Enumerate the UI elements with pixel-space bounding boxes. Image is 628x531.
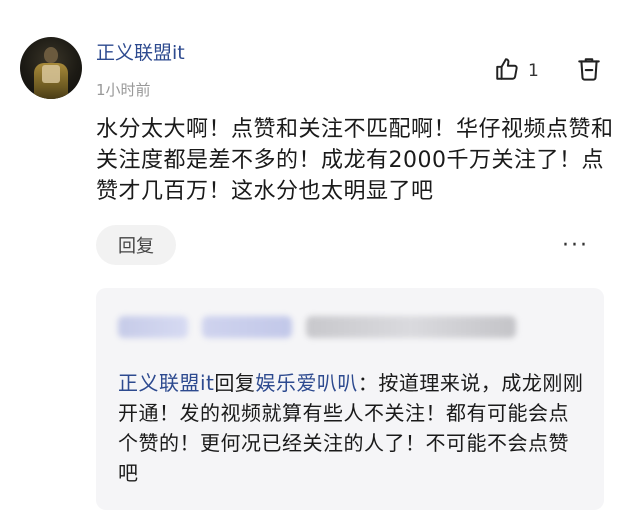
blurred-block — [306, 316, 516, 338]
like-count: 1 — [528, 61, 539, 81]
reply-button[interactable]: 回复 — [96, 225, 176, 265]
blurred-block — [202, 316, 292, 338]
blurred-block — [118, 316, 188, 338]
trash-icon — [576, 58, 602, 86]
more-icon[interactable]: ··· — [562, 235, 589, 257]
avatar-figure-head — [44, 47, 58, 63]
reply-author[interactable]: 正义联盟it — [118, 371, 214, 395]
reply-preview[interactable]: 正义联盟it回复娱乐爱叭叭：按道理来说，成龙刚刚开通！发的视频就算有些人不关注！… — [96, 288, 604, 510]
delete-button[interactable] — [576, 56, 602, 86]
comment-text: 水分太大啊！点赞和关注不匹配啊！华仔视频点赞和关注度都是差不多的！成龙有2000… — [96, 117, 614, 204]
comment-username[interactable]: 正义联盟it — [96, 38, 185, 65]
like-button[interactable]: 1 — [494, 56, 539, 86]
blurred-content — [118, 316, 516, 338]
reply-target[interactable]: 娱乐爱叭叭 — [255, 371, 358, 395]
thumbs-up-icon — [494, 56, 520, 86]
reply-text: 正义联盟it回复娱乐爱叭叭：按道理来说，成龙刚刚开通！发的视频就算有些人不关注！… — [118, 368, 588, 488]
avatar-figure-scarf — [42, 65, 60, 83]
reply-word: 回复 — [214, 371, 256, 395]
avatar[interactable] — [20, 37, 82, 99]
comment-timestamp: 1小时前 — [96, 81, 151, 99]
